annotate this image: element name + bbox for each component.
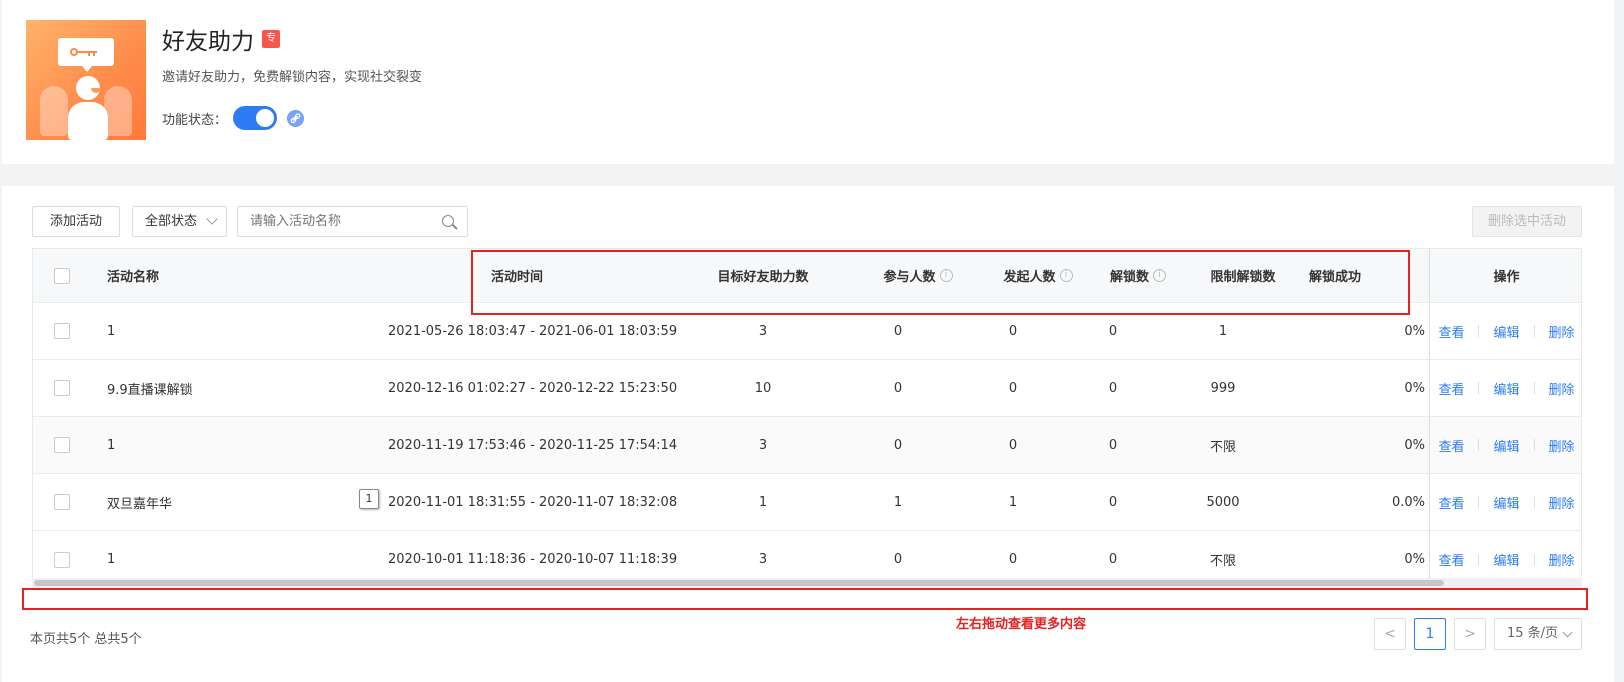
status-filter-select[interactable]: 全部状态	[132, 206, 227, 237]
fixed-column-divider	[1429, 249, 1430, 302]
delete-link[interactable]: 删除	[1549, 379, 1575, 398]
horizontal-scrollbar[interactable]	[32, 578, 1582, 588]
unlock-success-rate: 0.0%	[1391, 494, 1425, 510]
search-icon[interactable]	[442, 215, 454, 227]
status-label: 功能状态：	[162, 113, 228, 128]
view-link[interactable]: 查看	[1438, 379, 1464, 398]
row-checkbox[interactable]	[54, 494, 70, 510]
activity-time: 2020-12-16 01:02:27 - 2020-12-22 15:23:5…	[388, 380, 678, 396]
participant-count: 0	[893, 437, 903, 453]
prev-page-button[interactable]: <	[1374, 618, 1406, 650]
delete-link[interactable]: 删除	[1549, 550, 1575, 569]
delete-selected-button[interactable]: 删除选中活动	[1472, 206, 1582, 237]
feature-status-toggle[interactable]	[233, 106, 277, 130]
initiator-count: 0	[1008, 437, 1018, 453]
activity-time: 2020-11-01 18:31:55 - 2020-11-07 18:32:0…	[388, 494, 678, 510]
activity-name: 1	[107, 437, 116, 453]
row-checkbox[interactable]	[54, 437, 70, 453]
edit-link[interactable]: 编辑	[1493, 436, 1519, 455]
row-checkbox[interactable]	[54, 551, 70, 568]
page-size-value: 15 条/页	[1507, 626, 1559, 641]
annotation-text: 左右拖动查看更多内容	[956, 617, 1087, 632]
page-count-text: 本页共5个 总共5个	[30, 632, 142, 647]
table-row: 9.9直播课解锁 2020-12-16 01:02:27 - 2020-12-2…	[33, 360, 1581, 417]
chevron-down-icon	[206, 213, 218, 225]
participant-count: 0	[893, 380, 903, 396]
participant-count: 1	[893, 494, 903, 510]
unlock-count: 0	[1108, 494, 1118, 510]
view-link[interactable]: 查看	[1438, 322, 1464, 341]
edit-link[interactable]: 编辑	[1493, 550, 1519, 569]
view-link[interactable]: 查看	[1438, 493, 1464, 512]
page-number-button[interactable]: 1	[1414, 618, 1446, 650]
unlock-limit: 5000	[1206, 494, 1240, 510]
activity-name: 1	[107, 323, 116, 339]
table-row: 1 2020-11-19 17:53:46 - 2020-11-25 17:54…	[33, 417, 1581, 474]
pro-badge: 专	[262, 30, 280, 48]
activity-time: 2020-11-19 17:53:46 - 2020-11-25 17:54:1…	[388, 437, 678, 453]
person-icon	[68, 76, 108, 140]
unlock-success-rate: 0%	[1404, 380, 1425, 396]
fixed-column-divider	[1429, 303, 1430, 359]
person-shadow-icon	[40, 86, 68, 136]
target-count: 1	[758, 494, 768, 510]
row-checkbox[interactable]	[54, 380, 70, 396]
link-icon[interactable]	[287, 110, 304, 127]
edit-link[interactable]: 编辑	[1493, 322, 1519, 341]
select-all-checkbox[interactable]	[54, 267, 70, 284]
fixed-column-divider	[1429, 360, 1430, 416]
page-size-select[interactable]: 15 条/页	[1494, 618, 1582, 650]
add-activity-button[interactable]: 添加活动	[32, 206, 120, 237]
unlock-limit: 999	[1210, 380, 1236, 396]
table-row: 双旦嘉年华 1 2020-11-01 18:31:55 - 2020-11-07…	[33, 474, 1581, 531]
column-header-actions: 操作	[1493, 270, 1520, 285]
annotation-header-box	[471, 250, 1410, 315]
delete-link[interactable]: 删除	[1549, 436, 1575, 455]
edit-link[interactable]: 编辑	[1493, 493, 1519, 512]
unlock-limit: 不限	[1209, 439, 1236, 455]
target-count: 10	[754, 380, 772, 396]
unlock-success-rate: 0%	[1404, 437, 1425, 453]
delete-link[interactable]: 删除	[1549, 493, 1575, 512]
unlock-count: 0	[1108, 437, 1118, 453]
fixed-column-divider	[1429, 417, 1430, 473]
delete-link[interactable]: 删除	[1549, 322, 1575, 341]
plugin-header-card: 好友助力 专 邀请好友助力，免费解锁内容，实现社交裂变 功能状态：	[2, 0, 1614, 164]
view-link[interactable]: 查看	[1438, 550, 1464, 569]
page-subtitle: 邀请好友助力，免费解锁内容，实现社交裂变	[162, 70, 423, 85]
activity-name: 双旦嘉年华	[107, 496, 173, 512]
person-shadow-icon	[104, 86, 132, 136]
edit-link[interactable]: 编辑	[1493, 379, 1519, 398]
row-checkbox[interactable]	[54, 323, 70, 339]
column-header-name: 活动名称	[107, 270, 160, 285]
plugin-cover-image	[26, 20, 146, 140]
annotation-scrollbar-box	[22, 588, 1588, 610]
view-link[interactable]: 查看	[1438, 436, 1464, 455]
initiator-count: 1	[1008, 494, 1018, 510]
activity-name: 9.9直播课解锁	[107, 382, 193, 398]
next-page-button[interactable]: >	[1454, 618, 1486, 650]
scrollbar-thumb[interactable]	[34, 580, 1444, 586]
initiator-count: 0	[1008, 380, 1018, 396]
unlock-count: 0	[1108, 380, 1118, 396]
status-filter-value: 全部状态	[145, 214, 198, 229]
fixed-column-divider	[1429, 474, 1430, 530]
key-icon	[70, 48, 97, 56]
target-count: 3	[758, 437, 768, 453]
chevron-down-icon	[1562, 627, 1573, 638]
name-tooltip: 1	[359, 489, 379, 509]
page-title: 好友助力	[162, 29, 254, 55]
activity-search-input[interactable]	[237, 206, 468, 237]
